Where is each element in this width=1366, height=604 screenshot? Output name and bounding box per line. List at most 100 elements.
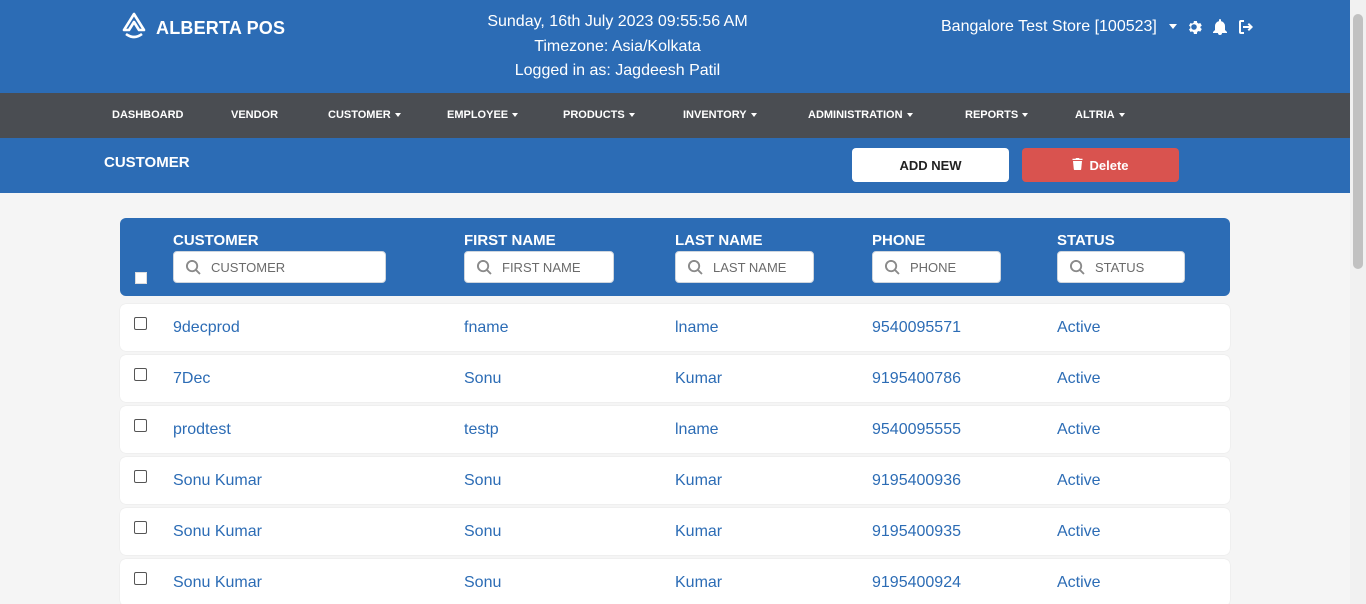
customer-cell[interactable]: Sonu Kumar [173, 472, 262, 490]
last-name-filter[interactable] [675, 251, 814, 283]
last-name-cell: Kumar [675, 523, 723, 540]
select-all-checkbox[interactable] [135, 272, 147, 284]
status-cell: Active [1057, 421, 1101, 438]
row-checkbox[interactable] [134, 419, 147, 432]
gear-icon[interactable] [1185, 18, 1203, 36]
column-header-phone[interactable]: PHONE [872, 232, 925, 249]
status-filter[interactable] [1057, 251, 1185, 283]
header-actions: Bangalore Test Store [100523] [941, 18, 1255, 36]
customer-cell[interactable]: Sonu Kumar [173, 523, 262, 541]
column-header-customer[interactable]: CUSTOMER [173, 232, 259, 249]
first-name-cell: Sonu [464, 523, 502, 540]
table-row[interactable]: Sonu Kumar Sonu Kumar 9195400935 Active [120, 508, 1230, 555]
nav-label: INVENTORY [683, 109, 747, 121]
delete-button[interactable]: Delete [1022, 148, 1179, 182]
nav-label: VENDOR [231, 109, 279, 121]
page-header: CUSTOMER ADD NEW Delete [0, 138, 1350, 193]
chevron-down-icon [1022, 113, 1029, 118]
first-name-cell: fname [464, 319, 509, 336]
nav-label: ALTRIA [1075, 109, 1115, 121]
customer-filter[interactable] [173, 251, 386, 283]
table-row[interactable]: Sonu Kumar Sonu Kumar 9195400924 Active [120, 559, 1230, 604]
nav-inventory[interactable]: INVENTORY [683, 93, 757, 138]
nav-label: CUSTOMER [328, 109, 391, 121]
customer-cell[interactable]: 7Dec [173, 370, 210, 388]
search-icon [1070, 259, 1085, 275]
last-name-cell: lname [675, 319, 719, 336]
phone-cell: 9195400786 [872, 370, 961, 387]
phone-cell: 9195400935 [872, 523, 961, 540]
status-cell: Active [1057, 370, 1101, 387]
nav-label: REPORTS [965, 109, 1019, 121]
logged-in-text: Logged in as: Jagdeesh Patil [514, 62, 721, 79]
bell-icon[interactable] [1211, 18, 1229, 36]
nav-vendor[interactable]: VENDOR [231, 93, 278, 138]
nav-products[interactable]: PRODUCTS [563, 93, 635, 138]
phone-filter[interactable] [872, 251, 1001, 283]
first-name-cell: Sonu [464, 574, 502, 591]
table-row[interactable]: 7Dec Sonu Kumar 9195400786 Active [120, 355, 1230, 402]
first-name-cell: Sonu [464, 472, 502, 489]
first-name-filter-input[interactable] [502, 259, 611, 275]
datetime-text: Sunday, 16th July 2023 09:55:56 AM [487, 13, 748, 30]
row-checkbox[interactable] [134, 470, 147, 483]
first-name-cell: testp [464, 421, 499, 438]
store-name: Bangalore Test Store [100523] [941, 18, 1157, 35]
page-title: CUSTOMER [104, 154, 190, 171]
nav-dashboard[interactable]: DASHBOARD [112, 93, 184, 138]
logout-icon[interactable] [1237, 18, 1255, 36]
row-checkbox[interactable] [134, 368, 147, 381]
search-icon [688, 259, 703, 275]
nav-label: DASHBOARD [112, 109, 184, 121]
column-header-status[interactable]: STATUS [1057, 232, 1115, 249]
add-new-button[interactable]: ADD NEW [852, 148, 1009, 182]
first-name-cell: Sonu [464, 370, 502, 387]
main-nav: DASHBOARD VENDOR CUSTOMER EMPLOYEE PRODU… [0, 93, 1350, 138]
trash-icon [1072, 157, 1083, 173]
status-filter-input[interactable] [1095, 259, 1184, 275]
chevron-down-icon [750, 113, 757, 118]
nav-employee[interactable]: EMPLOYEE [447, 93, 519, 138]
customer-cell[interactable]: prodtest [173, 421, 231, 439]
customer-cell[interactable]: Sonu Kumar [173, 574, 262, 592]
row-checkbox[interactable] [134, 572, 147, 585]
customer-filter-input[interactable] [211, 259, 371, 275]
nav-label: EMPLOYEE [447, 109, 509, 121]
nav-label: ADMINISTRATION [808, 109, 903, 121]
table-row[interactable]: Sonu Kumar Sonu Kumar 9195400936 Active [120, 457, 1230, 504]
delete-label: Delete [1089, 157, 1129, 173]
column-header-last-name[interactable]: LAST NAME [675, 232, 763, 249]
brand-name: ALBERTA POS [156, 18, 286, 38]
chevron-down-icon [1169, 24, 1178, 30]
nav-customer[interactable]: CUSTOMER [328, 93, 401, 138]
table-header: CUSTOMER FIRST NAME LAST NAME PHONE STAT… [120, 218, 1230, 296]
row-checkbox[interactable] [134, 521, 147, 534]
scrollbar-thumb[interactable] [1353, 14, 1363, 269]
nav-altria[interactable]: ALTRIA [1075, 93, 1125, 138]
last-name-cell: Kumar [675, 574, 723, 591]
last-name-cell: Kumar [675, 472, 723, 489]
last-name-filter-input[interactable] [713, 259, 813, 275]
store-selector[interactable]: Bangalore Test Store [100523] [941, 18, 1178, 36]
table-row[interactable]: prodtest testp lname 9540095555 Active [120, 406, 1230, 453]
chevron-down-icon [628, 113, 635, 118]
row-checkbox[interactable] [134, 317, 147, 330]
timezone-text: Timezone: Asia/Kolkata [534, 37, 701, 55]
brand[interactable]: ALBERTA POS [120, 12, 285, 45]
status-cell: Active [1057, 319, 1101, 336]
first-name-filter[interactable] [464, 251, 614, 283]
chevron-down-icon [512, 113, 519, 118]
status-cell: Active [1057, 472, 1101, 489]
phone-cell: 9540095571 [872, 319, 961, 336]
status-cell: Active [1057, 574, 1101, 591]
table-row[interactable]: 9decprod fname lname 9540095571 Active [120, 304, 1230, 351]
nav-administration[interactable]: ADMINISTRATION [808, 93, 913, 138]
column-header-first-name[interactable]: FIRST NAME [464, 232, 556, 249]
nav-reports[interactable]: REPORTS [965, 93, 1029, 138]
page-scrollbar[interactable] [1350, 0, 1366, 604]
search-icon [186, 259, 201, 275]
search-icon [885, 259, 900, 275]
phone-filter-input[interactable] [910, 259, 1000, 275]
customer-cell[interactable]: 9decprod [173, 319, 240, 337]
phone-cell: 9195400936 [872, 472, 961, 489]
